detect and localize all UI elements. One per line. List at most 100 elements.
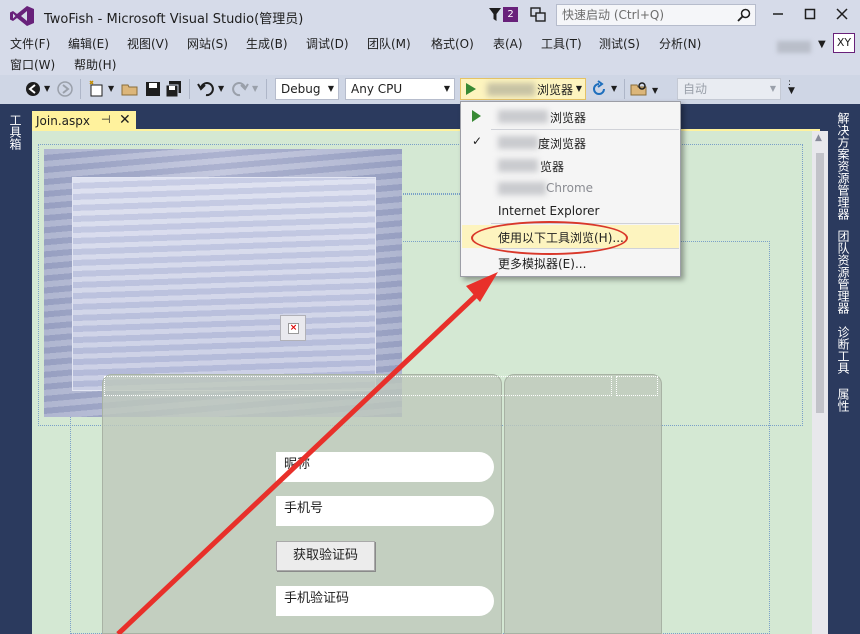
browser-option-2-label: 度浏览器 [538, 135, 586, 152]
notifications-filter-icon[interactable] [489, 8, 501, 21]
save-all-icon[interactable] [165, 80, 183, 98]
toolbar-overflow-icon[interactable]: :▼ [788, 79, 806, 97]
vertical-scrollbar[interactable]: ▲ [812, 131, 828, 634]
menu-analyze[interactable]: 分析(N) [659, 35, 701, 52]
menu-table[interactable]: 表(A) [493, 35, 523, 52]
avatar[interactable]: XY [833, 33, 855, 53]
account-name-redacted[interactable] [777, 41, 811, 53]
ie-label: Internet Explorer [498, 204, 599, 218]
minimize-icon[interactable] [767, 4, 789, 24]
toolbar-separator [266, 79, 267, 99]
open-file-icon[interactable] [121, 80, 139, 98]
form-header-outline [104, 376, 612, 396]
toolbox-tab[interactable]: 工具箱 [8, 114, 24, 150]
visual-studio-logo-icon [10, 6, 34, 26]
scroll-up-icon[interactable]: ▲ [815, 133, 822, 143]
get-code-button[interactable]: 获取验证码 [276, 541, 375, 571]
standard-toolbar: ▼ ▼ ▼ ▼ Debug ▼ Any CPU ▼ 浏览器 ▼ ▼ [0, 75, 860, 104]
quick-launch[interactable] [556, 4, 756, 26]
browser-name-redacted [498, 110, 548, 123]
maximize-icon[interactable] [799, 4, 821, 24]
toolbar-separator [80, 79, 81, 99]
refresh-dropdown-icon[interactable]: ▼ [611, 84, 629, 102]
chrome-label: Chrome [546, 181, 593, 195]
search-icon[interactable] [737, 8, 751, 22]
solution-configuration-select[interactable]: Debug ▼ [275, 78, 339, 100]
menu-file[interactable]: 文件(F) [10, 35, 50, 52]
properties-tab[interactable]: 属性 [836, 388, 852, 412]
navigate-back-icon[interactable] [24, 80, 42, 98]
annotation-highlight-ring [471, 221, 628, 255]
menu-format[interactable]: 格式(O) [431, 35, 474, 52]
form-side-panel [504, 374, 662, 634]
solution-platform-select[interactable]: Any CPU ▼ [345, 78, 455, 100]
menu-team[interactable]: 团队(M) [367, 35, 411, 52]
left-tool-strip: 工具箱 [0, 104, 32, 634]
notification-badge[interactable]: 2 [503, 7, 518, 22]
pin-icon[interactable]: ⊣ [101, 113, 111, 126]
find-in-files-icon[interactable] [630, 80, 648, 98]
menu-build[interactable]: 生成(B) [246, 35, 288, 52]
redo-dropdown-icon[interactable]: ▼ [252, 84, 270, 102]
menu-bar: 文件(F) 编辑(E) 视图(V) 网站(S) 生成(B) 调试(D) 团队(M… [0, 31, 860, 75]
menu-separator [491, 129, 679, 130]
background-inner-panel [72, 177, 376, 391]
team-explorer-tab[interactable]: 团队资源管理器 [836, 230, 852, 314]
feedback-icon[interactable] [530, 7, 546, 23]
browser-option-3[interactable]: 览器 [462, 154, 679, 177]
toolbar-separator [189, 79, 190, 99]
browser-name-redacted [498, 182, 546, 195]
auto-select[interactable]: 自动 ▼ [677, 78, 781, 100]
document-tab-strip: Join.aspx ⊣ ✕ [32, 104, 828, 130]
sms-code-field[interactable]: 手机验证码 [276, 586, 494, 616]
phone-field[interactable]: 手机号 [276, 496, 494, 526]
browser-name-redacted [487, 83, 535, 96]
menu-website[interactable]: 网站(S) [187, 35, 228, 52]
broken-image-icon: × [288, 323, 299, 334]
play-icon [472, 110, 481, 122]
more-emulators-label: 更多模拟器(E)... [498, 255, 586, 272]
close-tab-icon[interactable]: ✕ [119, 112, 131, 128]
form-header-cell [616, 376, 658, 396]
browser-option-3-label: 览器 [540, 158, 564, 175]
title-bar: TwoFish - Microsoft Visual Studio(管理员) 2 [0, 0, 860, 31]
refresh-icon[interactable] [590, 80, 608, 98]
menu-window[interactable]: 窗口(W) [10, 56, 55, 73]
auto-value: 自动 [683, 82, 707, 96]
chevron-down-icon: ▼ [328, 79, 334, 99]
tab-label: Join.aspx [36, 114, 90, 128]
browser-name-redacted [498, 136, 538, 149]
broken-image-placeholder: × [280, 315, 306, 341]
save-icon[interactable] [144, 80, 162, 98]
menu-edit[interactable]: 编辑(E) [68, 35, 109, 52]
platform-value: Any CPU [351, 82, 402, 96]
chevron-down-icon[interactable]: ▼ [818, 39, 826, 50]
redo-icon[interactable] [231, 80, 249, 98]
right-tool-strip: 解决方案资源管理器 团队资源管理器 诊断工具 属性 [828, 104, 860, 634]
browser-option-ie[interactable]: Internet Explorer [462, 200, 679, 223]
menu-test[interactable]: 测试(S) [599, 35, 640, 52]
design-surface[interactable]: × 昵称 手机号 获取验证码 手机验证码 [32, 131, 812, 634]
browser-option-chrome[interactable]: Chrome [462, 177, 679, 200]
solution-explorer-tab[interactable]: 解决方案资源管理器 [836, 112, 852, 220]
more-emulators-item[interactable]: 更多模拟器(E)... [462, 251, 679, 274]
menu-view[interactable]: 视图(V) [127, 35, 169, 52]
diagnostic-tools-tab[interactable]: 诊断工具 [836, 326, 852, 374]
window-title: TwoFish - Microsoft Visual Studio(管理员) [44, 8, 303, 27]
new-project-icon[interactable] [88, 80, 106, 98]
toolbar-separator [624, 79, 625, 99]
menu-tools[interactable]: 工具(T) [541, 35, 582, 52]
menu-help[interactable]: 帮助(H) [74, 56, 116, 73]
start-debugging-button[interactable]: 浏览器 ▼ [460, 78, 586, 100]
browser-option-2[interactable]: ✓ 度浏览器 [462, 131, 679, 154]
configuration-value: Debug [281, 82, 320, 96]
quick-launch-input[interactable] [557, 5, 727, 25]
browser-option-1-label: 浏览器 [550, 109, 586, 126]
navigate-forward-icon[interactable] [56, 80, 74, 98]
nickname-field[interactable]: 昵称 [276, 452, 494, 482]
scrollbar-thumb[interactable] [816, 153, 824, 413]
browser-option-1[interactable]: 浏览器 [462, 105, 679, 128]
menu-debug[interactable]: 调试(D) [306, 35, 349, 52]
undo-icon[interactable] [197, 80, 215, 98]
close-icon[interactable] [831, 4, 853, 24]
